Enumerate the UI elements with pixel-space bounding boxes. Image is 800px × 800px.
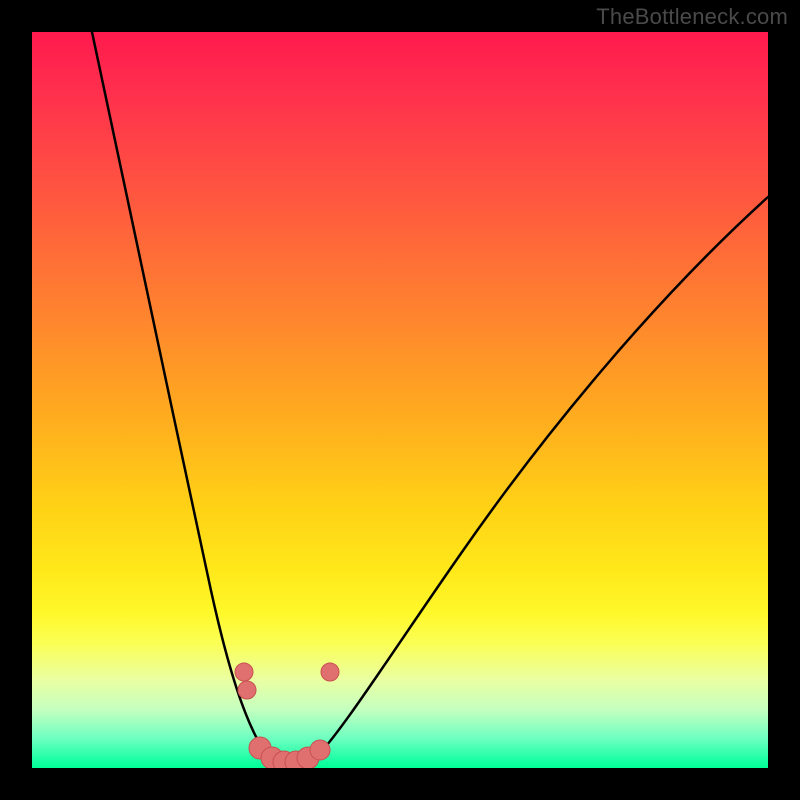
marker: [235, 663, 253, 681]
curve-right-branch: [312, 197, 768, 762]
plot-area: [32, 32, 768, 768]
chart-frame: TheBottleneck.com: [0, 0, 800, 800]
marker: [321, 663, 339, 681]
data-markers: [235, 663, 339, 768]
curve-left-branch: [92, 32, 272, 762]
marker: [238, 681, 256, 699]
watermark-text: TheBottleneck.com: [596, 4, 788, 30]
bottleneck-curve: [32, 32, 768, 768]
marker: [310, 740, 330, 760]
